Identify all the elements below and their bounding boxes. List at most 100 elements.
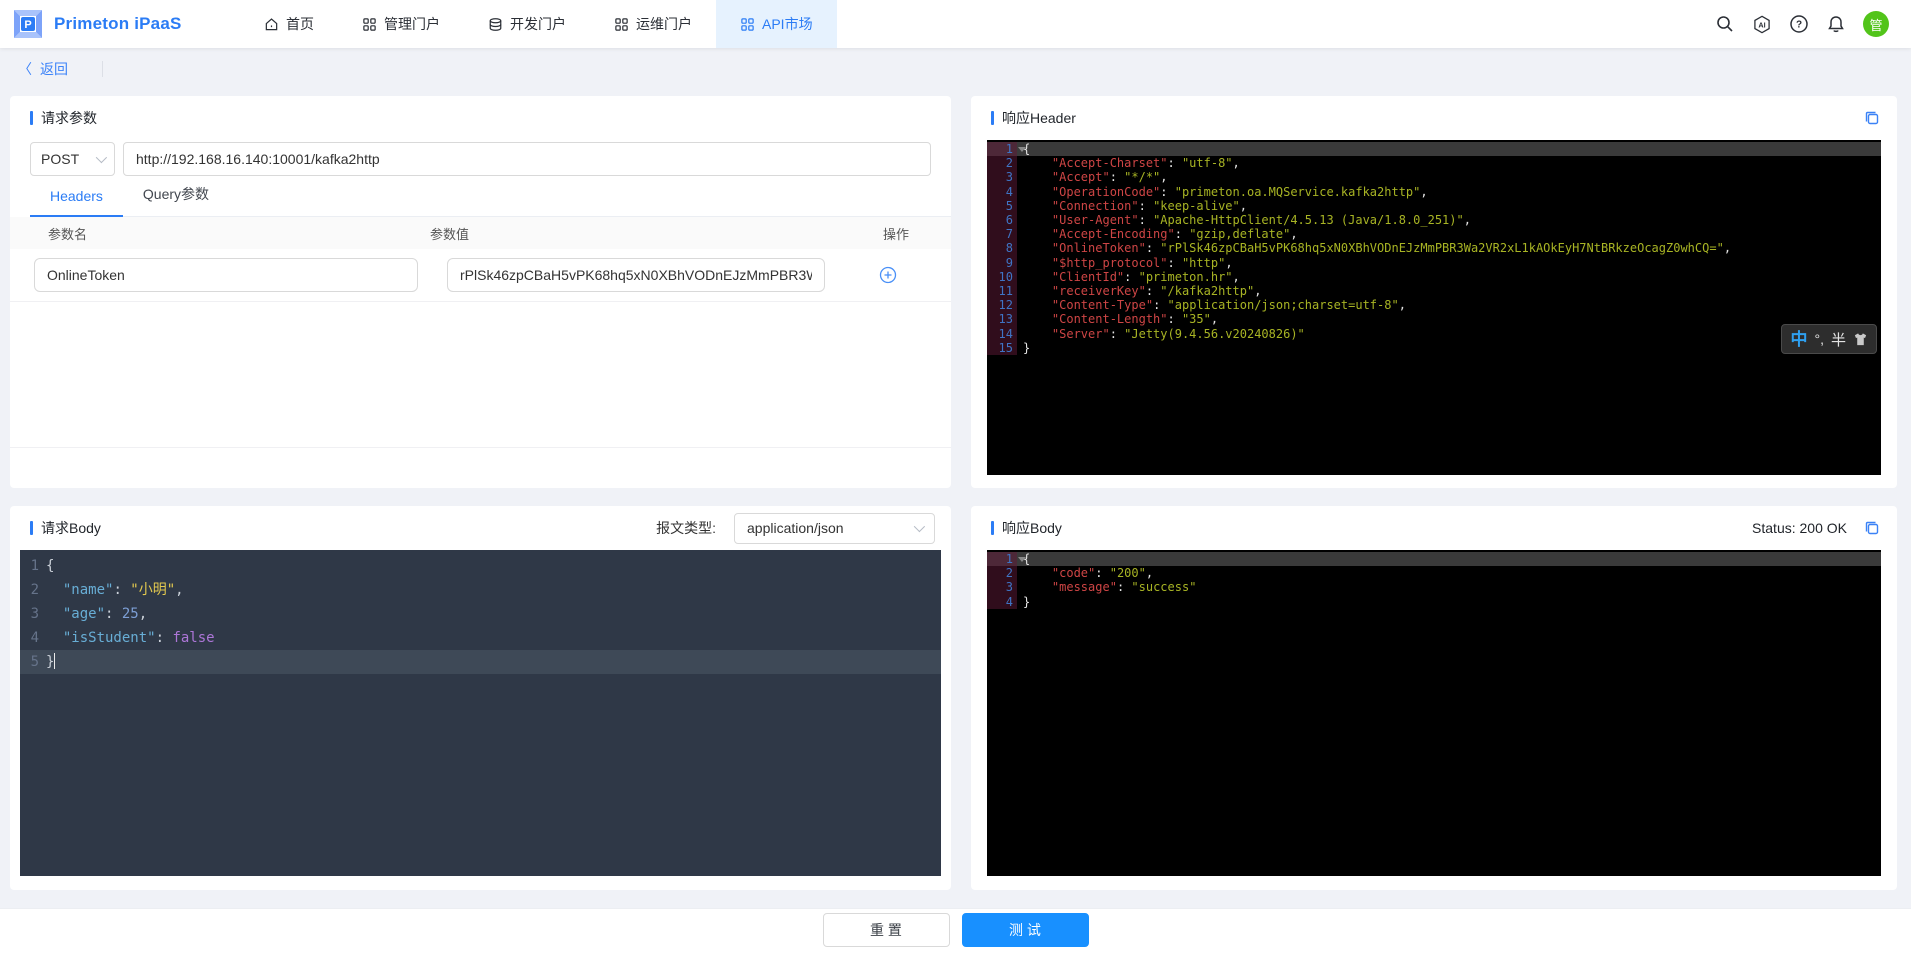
nav-item-label: 开发门户: [510, 14, 566, 34]
ime-status-bar[interactable]: 中 °, 半: [1781, 324, 1877, 354]
code-line: 10 "ClientId": "primeton.hr",: [987, 270, 1881, 284]
content-type-label: 报文类型:: [656, 518, 716, 538]
nav-item-0[interactable]: 首页: [240, 0, 338, 48]
code-line: 13 "Content-Length": "35",: [987, 312, 1881, 326]
content-type-value: application/json: [747, 520, 914, 536]
chevron-down-icon: [96, 152, 107, 163]
response-header-editor[interactable]: 1{2 "Accept-Charset": "utf-8",3 "Accept"…: [987, 140, 1881, 475]
method-select[interactable]: POST: [30, 142, 115, 176]
code-line: 3 "message": "success": [987, 580, 1881, 594]
code-line: 4}: [987, 595, 1881, 609]
nav-item-4[interactable]: API市场: [716, 0, 837, 48]
nav-item-label: 运维门户: [636, 14, 692, 34]
request-body-editor[interactable]: 1{2 "name": "小明",3 "age": 25,4 "isStuden…: [20, 550, 941, 876]
response-header-title: 响应Header: [1002, 108, 1076, 128]
code-line: 5}: [20, 650, 941, 674]
col-op-header: 操作: [841, 224, 951, 243]
svg-text:AI: AI: [1758, 20, 1765, 29]
response-body-title: 响应Body: [1002, 518, 1062, 538]
request-params-title: 请求参数: [41, 108, 97, 128]
nav-item-label: 管理门户: [384, 14, 440, 34]
code-line: 8 "OnlineToken": "rPlSk46zpCBaH5vPK68hq5…: [987, 241, 1881, 255]
request-params-panel: 请求参数 POST HeadersQuery参数 参数名 参数值 操作: [10, 96, 951, 488]
ime-skin-icon: [1853, 332, 1868, 347]
code-line: 1{: [987, 142, 1881, 156]
code-line: 2 "code": "200",: [987, 566, 1881, 580]
nav-items: 首页 管理门户 开发门户 运维门户 API市场: [240, 0, 837, 48]
code-line: 11 "receiverKey": "/kafka2http",: [987, 284, 1881, 298]
layers-icon: [488, 17, 503, 32]
code-line: 15}: [987, 341, 1881, 355]
code-line: 9 "$http_protocol": "http",: [987, 256, 1881, 270]
ime-language-mode: 中: [1790, 331, 1807, 348]
status-badge: Status: 200 OK: [1752, 520, 1847, 536]
copy-icon[interactable]: [1863, 519, 1881, 537]
top-navbar: P Primeton iPaaS 首页 管理门户 开发门户 运维门户 API市场 AI …: [0, 0, 1911, 48]
ime-punctuation-mode: °,: [1814, 331, 1824, 347]
nav-item-label: API市场: [762, 14, 813, 34]
brand-name: Primeton iPaaS: [54, 14, 182, 34]
code-line: 4 "isStudent": false: [20, 626, 941, 650]
grid-nodes-icon: [614, 17, 629, 32]
param-value-input[interactable]: [447, 258, 825, 292]
chevron-down-icon: [914, 521, 925, 532]
ai-assistant-icon[interactable]: AI: [1752, 14, 1772, 34]
search-icon[interactable]: [1715, 14, 1735, 34]
breadcrumb: 〈 返回: [0, 48, 103, 90]
code-line: 4 "OperationCode": "primeton.oa.MQServic…: [987, 185, 1881, 199]
home-icon: [264, 17, 279, 32]
col-value-header: 参数值: [430, 224, 841, 243]
primeton-logo-icon: P: [12, 8, 44, 40]
copy-icon[interactable]: [1863, 109, 1881, 127]
code-line: 6 "User-Agent": "Apache-HttpClient/4.5.1…: [987, 213, 1881, 227]
add-param-icon[interactable]: [879, 266, 897, 284]
col-name-header: 参数名: [10, 224, 430, 243]
param-row: [10, 249, 951, 302]
title-marker: [30, 111, 33, 125]
chevron-left-icon: 〈: [18, 59, 32, 79]
param-name-input[interactable]: [34, 258, 418, 292]
title-marker: [991, 111, 994, 125]
brand[interactable]: P Primeton iPaaS: [0, 8, 240, 40]
nav-item-2[interactable]: 开发门户: [464, 0, 590, 48]
response-body-editor[interactable]: 1{2 "code": "200",3 "message": "success"…: [987, 550, 1881, 876]
nav-item-3[interactable]: 运维门户: [590, 0, 716, 48]
nav-right-tools: AI ? 管: [1715, 11, 1911, 37]
user-avatar[interactable]: 管: [1863, 11, 1889, 37]
help-icon[interactable]: ?: [1789, 14, 1809, 34]
code-line: 3 "Accept": "*/*",: [987, 170, 1881, 184]
param-tabs: HeadersQuery参数: [30, 176, 951, 217]
test-button[interactable]: 测 试: [962, 913, 1089, 947]
code-line: 12 "Content-Type": "application/json;cha…: [987, 298, 1881, 312]
code-line: 3 "age": 25,: [20, 602, 941, 626]
tab-headers[interactable]: Headers: [30, 188, 123, 216]
param-table-header: 参数名 参数值 操作: [10, 217, 951, 249]
back-button[interactable]: 〈 返回: [18, 59, 68, 79]
code-line: 5 "Connection": "keep-alive",: [987, 199, 1881, 213]
divider: [10, 447, 951, 448]
request-body-title: 请求Body: [41, 518, 101, 538]
code-line: 2 "Accept-Charset": "utf-8",: [987, 156, 1881, 170]
code-line: 1{: [20, 554, 941, 578]
notification-bell-icon[interactable]: [1826, 14, 1846, 34]
title-marker: [30, 521, 33, 535]
param-rows: [10, 249, 951, 302]
nav-item-label: 首页: [286, 14, 314, 34]
code-line: 14 "Server": "Jetty(9.4.56.v20240826)": [987, 327, 1881, 341]
url-input[interactable]: [123, 142, 931, 176]
page-root: P Primeton iPaaS 首页 管理门户 开发门户 运维门户 API市场 AI …: [0, 0, 1911, 957]
svg-text:P: P: [24, 19, 31, 31]
footer-bar: 重 置 测 试: [0, 908, 1911, 957]
reset-button[interactable]: 重 置: [823, 913, 950, 947]
request-body-panel: 请求Body 报文类型: application/json 1{2 "name"…: [10, 506, 951, 890]
ime-width-mode: 半: [1831, 329, 1846, 350]
method-value: POST: [41, 151, 88, 167]
fold-arrow-icon: [1018, 147, 1026, 152]
svg-text:?: ?: [1796, 20, 1802, 31]
title-marker: [991, 521, 994, 535]
code-line: 7 "Accept-Encoding": "gzip,deflate",: [987, 227, 1881, 241]
tab-query-[interactable]: Query参数: [123, 184, 229, 216]
content-type-select[interactable]: application/json: [734, 513, 935, 544]
nav-item-1[interactable]: 管理门户: [338, 0, 464, 48]
grid-nodes-icon: [740, 17, 755, 32]
